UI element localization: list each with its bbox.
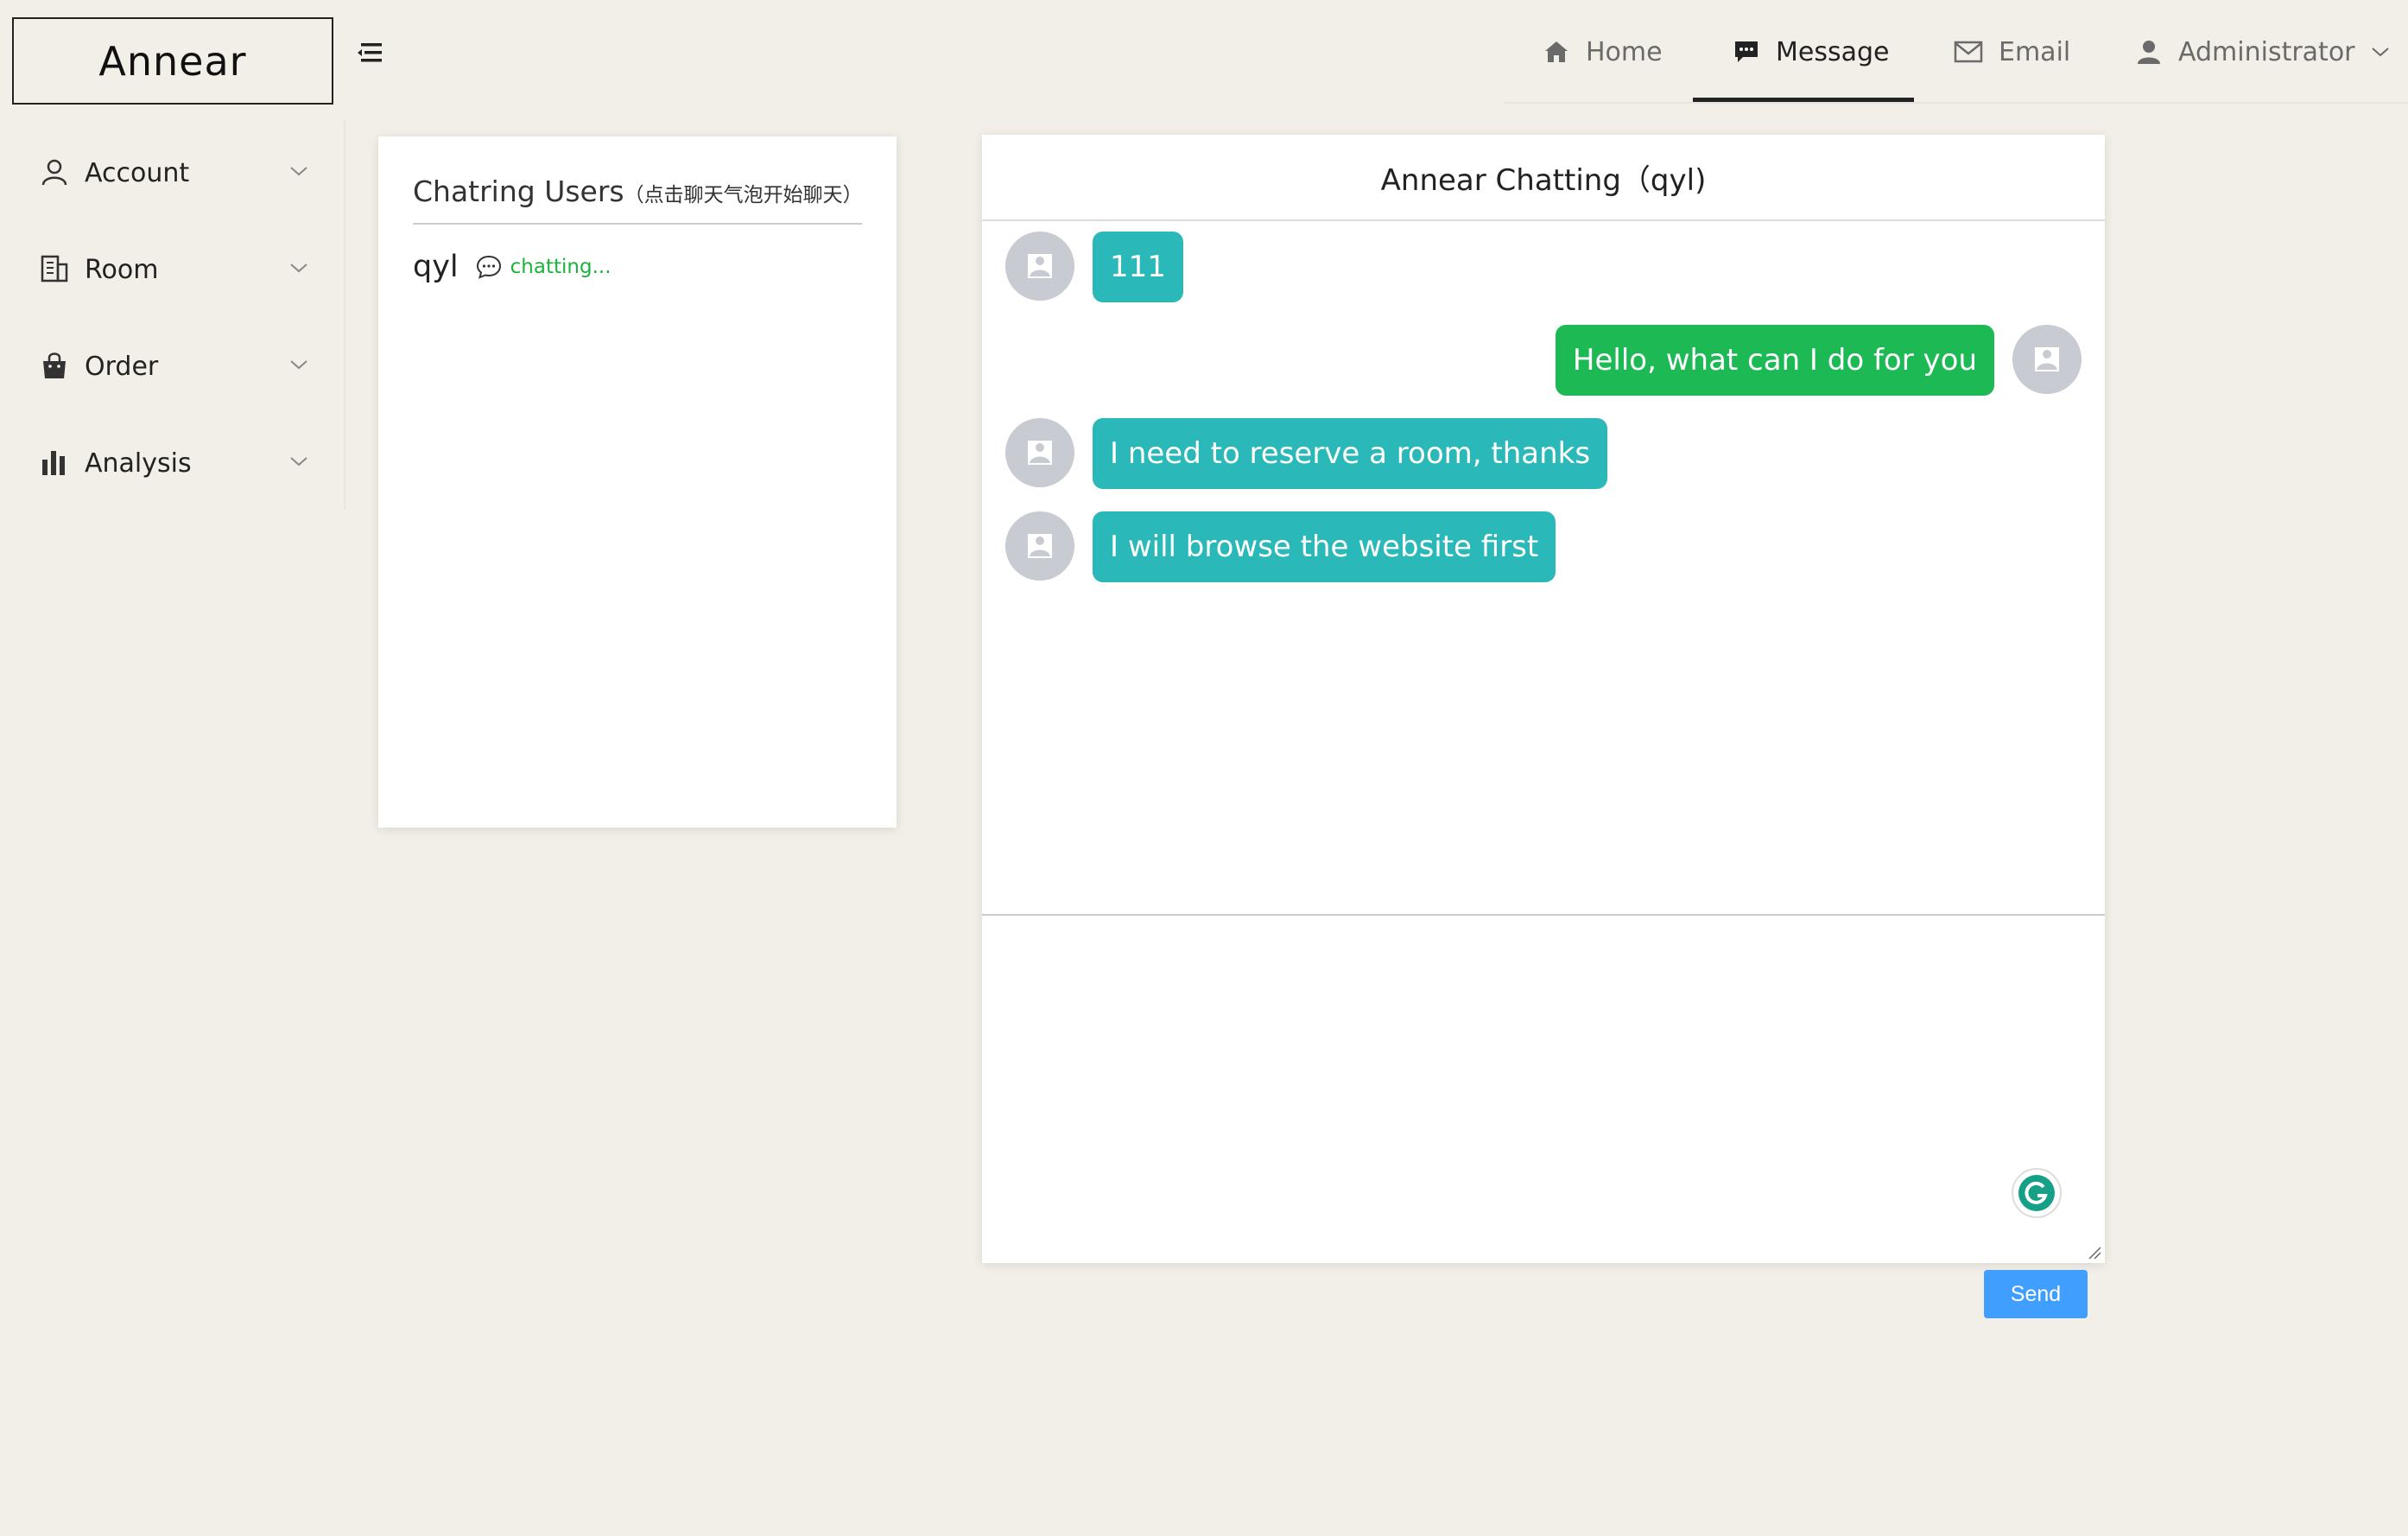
avatar: [1005, 232, 1074, 301]
nav-administrator[interactable]: Administrator: [2135, 0, 2390, 104]
sidebar-item-label: Account: [85, 157, 190, 188]
nav-email-label: Email: [1999, 36, 2071, 67]
user-icon: [2138, 41, 2160, 64]
app-logo: Annear: [12, 17, 333, 105]
nav-message-label: Message: [1776, 36, 1890, 67]
users-panel-hint: （点击聊天气泡开始聊天）: [624, 184, 863, 206]
nav-email[interactable]: Email: [1954, 0, 2070, 104]
active-tab-indicator: [1693, 98, 1914, 102]
avatar: [1005, 511, 1074, 581]
nav-home-label: Home: [1586, 36, 1663, 67]
chevron-down-icon: [290, 167, 307, 176]
chat-user-name: qyl: [413, 250, 459, 284]
message-bubble-incoming: I will browse the website first: [1093, 511, 1556, 582]
sidebar-item-room[interactable]: Room: [0, 235, 328, 304]
chat-user-row[interactable]: qyl chatting...: [413, 245, 612, 289]
nav-home[interactable]: Home: [1543, 0, 1663, 104]
sidebar-item-analysis[interactable]: Analysis: [0, 428, 328, 498]
bar-chart-icon: [42, 451, 65, 475]
sidebar-item-account[interactable]: Account: [0, 138, 328, 207]
mail-icon: [1954, 41, 1983, 63]
chevron-down-icon: [2371, 48, 2389, 57]
chat-panel: Annear Chatting（qyl) 111 Hello, what can…: [982, 135, 2105, 1263]
nav-message[interactable]: Message: [1733, 0, 1889, 104]
message-bubble-incoming: I need to reserve a room, thanks: [1093, 418, 1608, 489]
message-icon: [1735, 41, 1758, 62]
chat-bubble-icon[interactable]: [476, 254, 502, 280]
users-panel-title-text: Chatring Users: [413, 175, 624, 208]
shopping-bag-icon: [43, 352, 66, 378]
message-bubble-outgoing: Hello, what can I do for you: [1555, 325, 1994, 396]
chevron-down-icon: [290, 360, 307, 370]
chat-title: Annear Chatting（qyl): [982, 135, 2105, 221]
avatar: [1005, 418, 1074, 487]
resize-handle-icon[interactable]: [2088, 1246, 2101, 1260]
message-input[interactable]: [982, 916, 2105, 1261]
nav-administrator-label: Administrator: [2178, 36, 2355, 67]
message-bubble-incoming: 111: [1093, 232, 1183, 302]
avatar: [2012, 325, 2082, 394]
sidebar-item-label: Order: [85, 351, 159, 382]
user-outline-icon: [41, 159, 67, 186]
chevron-down-icon: [290, 263, 307, 273]
users-panel-title: Chatring Users（点击聊天气泡开始聊天）: [413, 175, 863, 208]
building-icon: [41, 255, 68, 282]
sidebar-item-order[interactable]: Order: [0, 332, 328, 401]
chatting-users-panel: Chatring Users（点击聊天气泡开始聊天） qyl chatting.…: [378, 136, 897, 828]
grammarly-icon[interactable]: [2012, 1168, 2062, 1218]
sidebar: Account Room Order Analysis: [0, 121, 345, 510]
send-button[interactable]: Send: [1984, 1270, 2088, 1318]
collapse-menu-icon[interactable]: [356, 38, 385, 67]
divider: [413, 223, 862, 225]
home-icon: [1545, 41, 1568, 62]
chat-user-status: chatting...: [510, 256, 612, 278]
sidebar-item-label: Analysis: [85, 447, 192, 479]
sidebar-item-label: Room: [85, 254, 159, 285]
chevron-down-icon: [290, 457, 307, 467]
